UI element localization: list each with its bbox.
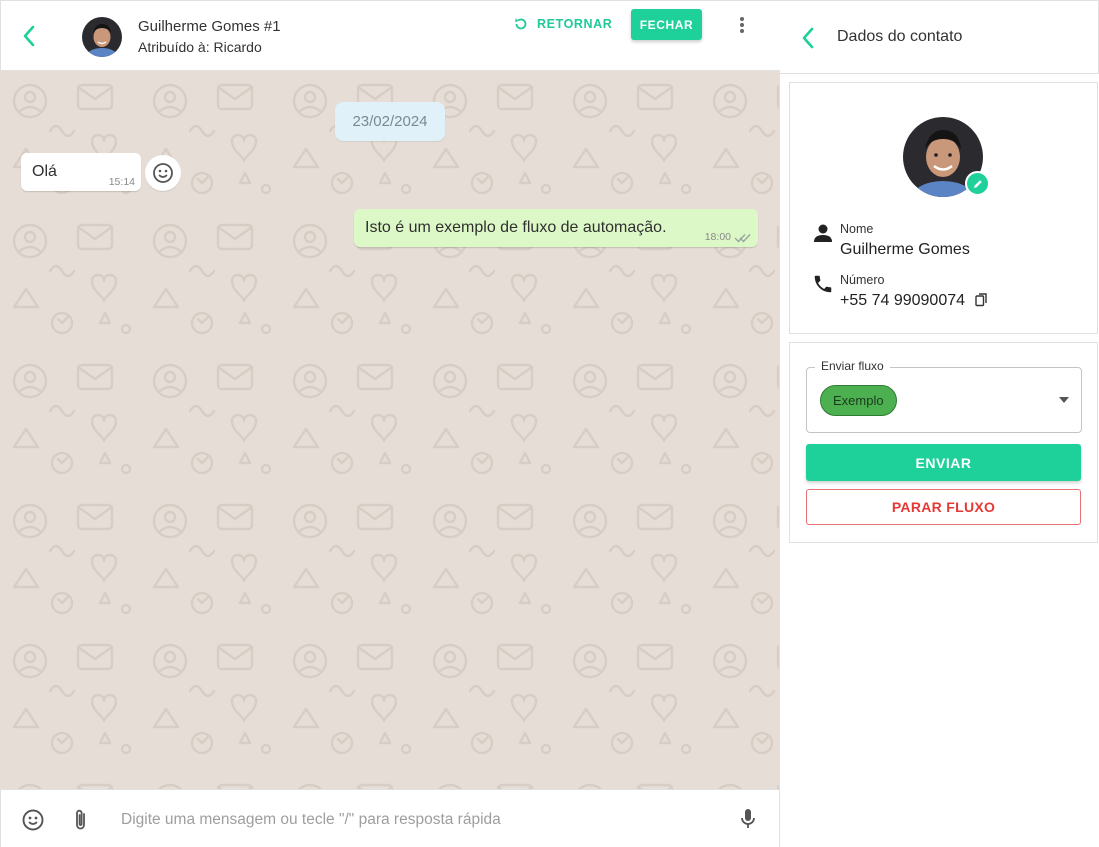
contact-card: Nome Guilherme Gomes Número +55 74 99090…	[789, 82, 1098, 334]
phone-value: +55 74 99090074	[840, 292, 966, 309]
date-separator: 23/02/2024	[335, 102, 445, 141]
reaction-button[interactable]	[145, 155, 181, 191]
more-options-button[interactable]	[731, 13, 753, 37]
caret-down-icon	[1059, 397, 1069, 403]
phone-icon	[814, 275, 832, 293]
refresh-icon	[515, 18, 527, 30]
message-composer	[0, 789, 779, 847]
message-text: Isto é um exemplo de fluxo de automação.	[365, 219, 667, 236]
panel-header: Dados do contato	[780, 0, 1099, 74]
outgoing-message[interactable]: Isto é um exemplo de fluxo de automação.…	[354, 209, 758, 247]
message-text: Olá	[32, 163, 57, 180]
chat-panel: Guilherme Gomes #1 Atribuído à: Ricardo …	[0, 0, 780, 847]
microphone-icon	[741, 809, 755, 828]
name-value: Guilherme Gomes	[840, 241, 970, 258]
flow-select[interactable]: Enviar fluxo Exemplo	[806, 359, 1082, 433]
microphone-button[interactable]	[737, 807, 759, 836]
return-button[interactable]: RETORNAR	[513, 13, 612, 35]
flow-select-label: Enviar fluxo	[815, 359, 890, 373]
copy-icon	[975, 293, 987, 307]
selected-flow-chip[interactable]: Exemplo	[820, 385, 897, 416]
phone-label: Número	[840, 273, 885, 287]
edit-avatar-button[interactable]	[965, 171, 990, 196]
back-button[interactable]	[15, 21, 43, 51]
double-check-icon	[734, 234, 751, 243]
smiley-icon	[22, 809, 44, 831]
contact-name: Guilherme Gomes #1	[138, 18, 281, 35]
stop-flow-button[interactable]: PARAR FLUXO	[806, 489, 1081, 525]
contact-avatar[interactable]	[82, 17, 122, 57]
send-flow-button[interactable]: ENVIAR	[806, 444, 1081, 481]
chevron-left-icon	[23, 25, 35, 47]
name-label: Nome	[840, 222, 874, 236]
person-icon	[814, 224, 832, 242]
chevron-left-icon	[802, 27, 814, 49]
chat-messages-area[interactable]: 23/02/2024 Olá 15:14 Isto é um exemplo d…	[0, 71, 779, 789]
smiley-icon	[153, 163, 173, 183]
pencil-icon	[973, 179, 982, 188]
close-ticket-button[interactable]: FECHAR	[631, 9, 702, 40]
contact-details-panel: Dados do contato Nome Guilherme Gomes Nú…	[780, 0, 1099, 847]
chat-header: Guilherme Gomes #1 Atribuído à: Ricardo …	[0, 0, 780, 71]
attach-button[interactable]	[71, 808, 91, 837]
panel-title: Dados do contato	[837, 28, 963, 45]
assigned-to: Atribuído à: Ricardo	[138, 39, 262, 55]
return-label: RETORNAR	[537, 17, 613, 31]
more-vertical-icon	[740, 17, 744, 33]
message-time: 18:00	[704, 231, 731, 243]
message-time: 15:14	[108, 176, 135, 188]
paperclip-icon	[76, 809, 85, 830]
flow-card: Enviar fluxo Exemplo ENVIAR PARAR FLUXO	[789, 342, 1098, 543]
message-input[interactable]	[113, 802, 723, 838]
incoming-message[interactable]: Olá 15:14	[21, 153, 141, 191]
emoji-button[interactable]	[21, 808, 45, 837]
copy-phone-button[interactable]	[975, 293, 988, 312]
close-panel-button[interactable]	[794, 23, 822, 53]
